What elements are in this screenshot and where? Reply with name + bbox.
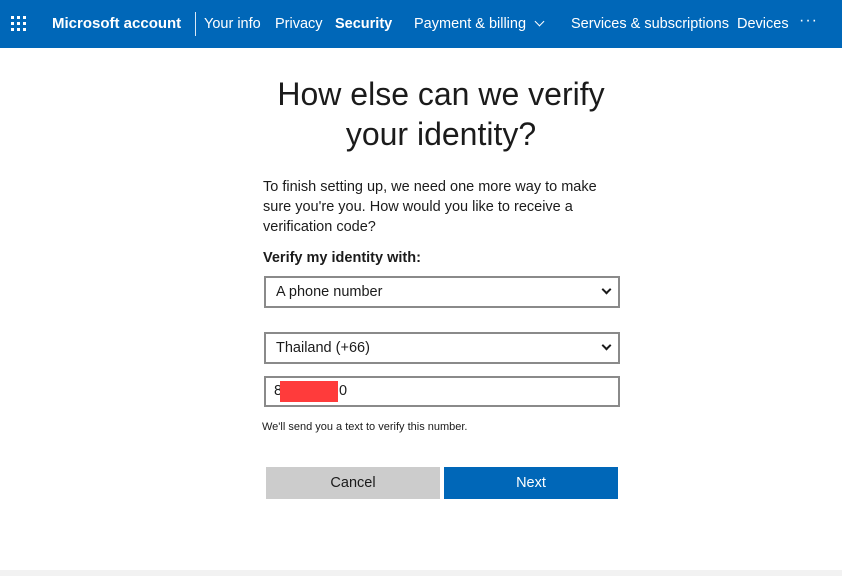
nav-privacy[interactable]: Privacy (275, 15, 323, 33)
chevron-down-icon (534, 16, 545, 27)
header-divider (195, 12, 196, 36)
page-title-line-2: your identity? (345, 116, 537, 152)
page-title: How else can we verify your identity? (240, 74, 642, 154)
nav-payment-billing[interactable]: Payment & billing (414, 15, 545, 33)
top-navigation-bar: Microsoft account Your info Privacy Secu… (0, 0, 842, 48)
footer-strip (0, 570, 842, 576)
nav-payment-billing-label: Payment & billing (414, 16, 527, 32)
app-launcher-icon[interactable] (11, 16, 27, 32)
nav-your-info[interactable]: Your info (204, 15, 261, 33)
description-text: To finish setting up, we need one more w… (263, 179, 597, 235)
phone-number-suffix: 0 (339, 383, 348, 399)
redaction-overlay (280, 381, 338, 402)
verify-method-value: A phone number (276, 284, 383, 300)
sms-hint-text: We'll send you a text to verify this num… (262, 421, 468, 433)
page-title-line-1: How else can we verify (277, 76, 605, 112)
more-options-icon[interactable]: ··· (799, 12, 818, 30)
next-button[interactable]: Next (444, 467, 618, 499)
chevron-down-icon (601, 284, 612, 295)
country-code-value: Thailand (+66) (276, 340, 370, 356)
nav-security[interactable]: Security (335, 15, 392, 33)
verify-method-select[interactable]: A phone number (264, 276, 620, 308)
brand-link[interactable]: Microsoft account (52, 15, 181, 33)
verify-method-label: Verify my identity with: (263, 250, 421, 266)
nav-devices[interactable]: Devices (737, 15, 789, 33)
chevron-down-icon (601, 340, 612, 351)
nav-services-subscriptions[interactable]: Services & subscriptions (571, 15, 729, 33)
country-code-select[interactable]: Thailand (+66) (264, 332, 620, 364)
phone-number-input[interactable]: 8 0 (264, 376, 620, 407)
cancel-button[interactable]: Cancel (266, 467, 440, 499)
